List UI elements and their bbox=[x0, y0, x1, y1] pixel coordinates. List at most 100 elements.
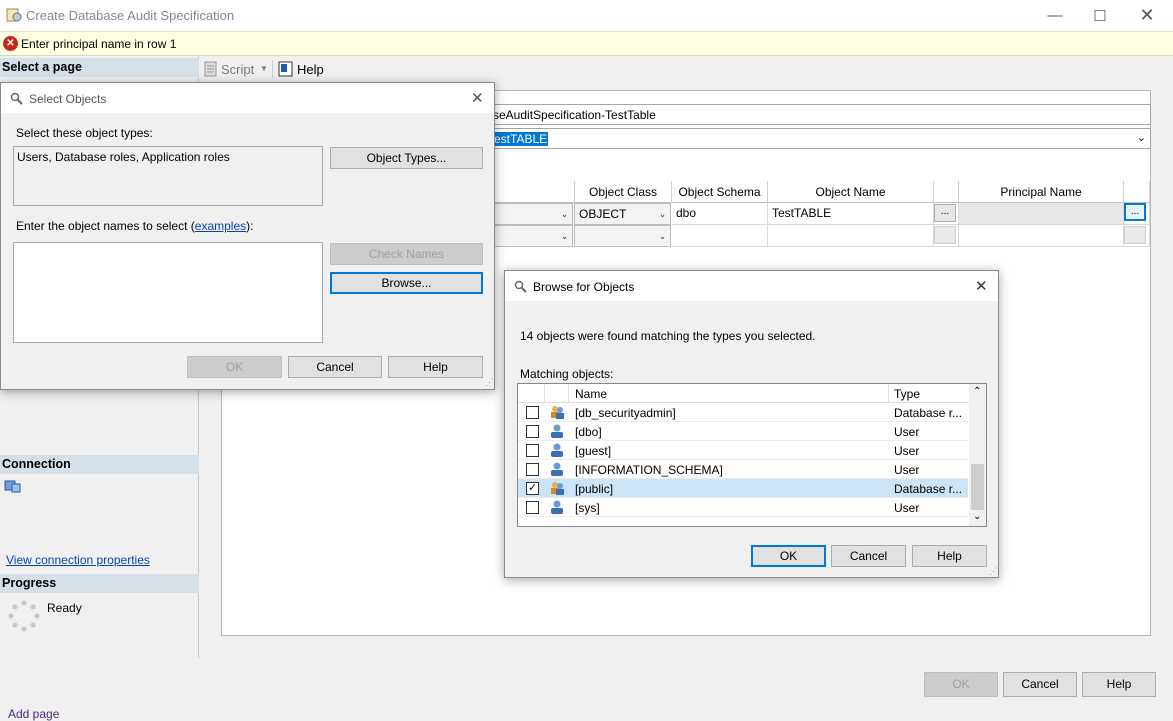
object-types-button[interactable]: Object Types... bbox=[330, 147, 483, 169]
column-header-type[interactable]: Type bbox=[894, 387, 920, 401]
scrollbar-thumb[interactable] bbox=[971, 464, 984, 510]
row-checkbox[interactable] bbox=[526, 501, 539, 514]
minimize-icon[interactable]: — bbox=[1032, 0, 1078, 31]
audit-spec-app-icon bbox=[6, 8, 22, 22]
user-icon bbox=[551, 462, 563, 476]
list-item[interactable]: [guest] User bbox=[518, 441, 968, 460]
browse-objects-dialog: Browse for Objects ✕ 14 objects were fou… bbox=[504, 270, 999, 578]
select-page-header: Select a page bbox=[0, 58, 199, 77]
audit-action-combo[interactable]: ⌄ bbox=[490, 203, 573, 225]
row-checkbox[interactable] bbox=[526, 463, 539, 476]
object-type: Database r... bbox=[894, 482, 963, 496]
object-name-cell-empty[interactable] bbox=[768, 225, 934, 247]
browse-ok-button[interactable]: OK bbox=[751, 545, 826, 567]
object-type: User bbox=[894, 463, 920, 477]
select-objects-cancel-button[interactable]: Cancel bbox=[288, 356, 382, 378]
browse-button[interactable]: Browse... bbox=[330, 272, 483, 294]
chevron-down-icon[interactable]: ⌄ bbox=[655, 204, 670, 224]
object-name-value: TestTABLE bbox=[772, 206, 832, 220]
chevron-down-icon[interactable]: ⌄ bbox=[557, 204, 572, 224]
object-class-combo-empty[interactable]: ⌄ bbox=[574, 225, 671, 247]
select-objects-help-button[interactable]: Help bbox=[388, 356, 483, 378]
list-item[interactable]: ✓ [public] Database r... bbox=[518, 479, 968, 498]
list-item[interactable]: [INFORMATION_SCHEMA] User bbox=[518, 460, 968, 479]
principal-name-cell[interactable] bbox=[959, 203, 1124, 225]
row-checkbox[interactable] bbox=[526, 425, 539, 438]
examples-link[interactable]: examples bbox=[195, 219, 246, 233]
row-checkbox[interactable] bbox=[526, 406, 539, 419]
principal-browse-button[interactable]: ... bbox=[1124, 203, 1146, 221]
grid-header-ellipsis-2 bbox=[1124, 181, 1150, 203]
list-header: Name Type bbox=[518, 384, 969, 403]
select-objects-titlebar: Select Objects ✕ bbox=[1, 83, 494, 113]
error-message-bar: ✕ Enter principal name in row 1 bbox=[0, 31, 1173, 56]
user-icon bbox=[551, 443, 563, 457]
principal-browse-cell: ... bbox=[1124, 203, 1150, 225]
help-footer-button[interactable]: Help bbox=[1082, 672, 1156, 697]
search-icon bbox=[10, 92, 23, 105]
close-icon[interactable]: ✕ bbox=[471, 89, 484, 107]
object-schema-cell[interactable]: dbo bbox=[672, 203, 768, 225]
browse-cancel-button[interactable]: Cancel bbox=[831, 545, 906, 567]
audit-spec-name-value: seAuditSpecification-TestTable bbox=[493, 108, 656, 122]
check-names-button[interactable]: Check Names bbox=[330, 243, 483, 265]
grid-header-object-schema: Object Schema bbox=[672, 181, 768, 203]
matching-objects-list: Name Type [db_securityadmin] Database r.… bbox=[517, 383, 987, 527]
select-objects-title: Select Objects bbox=[29, 92, 107, 106]
audit-select-value: estTABLE bbox=[493, 132, 549, 146]
chevron-down-icon[interactable]: ⌄ bbox=[557, 226, 572, 246]
script-dropdown-icon[interactable]: ▼ bbox=[260, 64, 268, 73]
select-objects-ok-button[interactable]: OK bbox=[187, 356, 282, 378]
matching-objects-label: Matching objects: bbox=[520, 367, 614, 381]
object-browse-button[interactable]: ... bbox=[934, 204, 956, 222]
help-icon bbox=[278, 61, 293, 77]
list-item[interactable]: [sys] User bbox=[518, 498, 968, 517]
object-name-cell[interactable]: TestTABLE bbox=[768, 203, 934, 225]
close-icon[interactable]: ✕ bbox=[1124, 0, 1170, 31]
object-types-value: Users, Database roles, Application roles bbox=[17, 150, 230, 164]
view-connection-properties-link[interactable]: View connection properties bbox=[6, 553, 150, 567]
browse-help-button[interactable]: Help bbox=[912, 545, 987, 567]
resize-grip-icon[interactable]: ⋰ bbox=[485, 377, 494, 388]
object-class-combo[interactable]: OBJECT ⌄ bbox=[574, 203, 671, 225]
object-name: [dbo] bbox=[575, 425, 602, 439]
ok-button[interactable]: OK bbox=[924, 672, 998, 697]
grid-header-blank bbox=[490, 181, 575, 203]
row-checkbox[interactable] bbox=[526, 444, 539, 457]
object-schema-cell-empty[interactable] bbox=[672, 225, 768, 247]
chevron-up-icon[interactable]: ⌃ bbox=[973, 386, 981, 397]
object-types-box: Users, Database roles, Application roles bbox=[13, 146, 323, 206]
select-objects-dialog: Select Objects ✕ Select these object typ… bbox=[0, 82, 495, 390]
audit-select[interactable]: estTABLE ⌄ bbox=[488, 128, 1151, 149]
grid-header-principal-name: Principal Name bbox=[959, 181, 1124, 203]
maximize-icon[interactable]: ☐ bbox=[1077, 0, 1123, 31]
script-button[interactable]: Script bbox=[221, 62, 254, 77]
grid-header-ellipsis bbox=[934, 181, 959, 203]
list-scrollbar[interactable]: ⌃ ⌄ bbox=[969, 384, 986, 526]
cancel-button[interactable]: Cancel bbox=[1003, 672, 1077, 697]
close-icon[interactable]: ✕ bbox=[975, 277, 988, 295]
objects-found-text: 14 objects were found matching the types… bbox=[520, 329, 816, 343]
object-name: [guest] bbox=[575, 444, 612, 458]
column-header-name[interactable]: Name bbox=[575, 387, 607, 401]
list-item[interactable]: [dbo] User bbox=[518, 422, 968, 441]
principal-name-cell-empty[interactable] bbox=[959, 225, 1124, 247]
object-type: User bbox=[894, 444, 920, 458]
chevron-down-icon[interactable]: ⌄ bbox=[655, 226, 670, 246]
error-icon: ✕ bbox=[3, 36, 18, 51]
object-names-input[interactable] bbox=[13, 242, 323, 343]
audit-spec-name-input[interactable]: seAuditSpecification-TestTable bbox=[488, 104, 1151, 125]
role-icon bbox=[551, 406, 564, 419]
list-item[interactable]: [db_securityadmin] Database r... bbox=[518, 403, 968, 422]
enter-names-label: Enter the object names to select (exampl… bbox=[16, 219, 254, 233]
search-icon bbox=[514, 280, 527, 293]
progress-status: Ready bbox=[47, 601, 82, 615]
principal-browse-button-disabled bbox=[1124, 226, 1146, 244]
object-name: [sys] bbox=[575, 501, 600, 515]
resize-grip-icon[interactable]: ⋰ bbox=[989, 566, 998, 577]
row-checkbox-checked[interactable]: ✓ bbox=[526, 482, 539, 495]
chevron-down-icon[interactable]: ⌄ bbox=[1137, 131, 1146, 144]
chevron-down-icon[interactable]: ⌄ bbox=[973, 511, 981, 522]
audit-action-combo-empty[interactable]: ⌄ bbox=[490, 225, 573, 247]
help-button[interactable]: Help bbox=[297, 62, 324, 77]
